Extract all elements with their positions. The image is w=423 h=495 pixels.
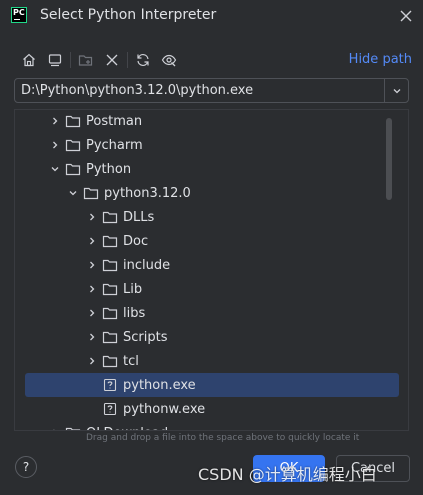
path-input[interactable] [15, 79, 385, 102]
folder-icon [83, 185, 99, 201]
folder-icon [102, 281, 118, 297]
tree-folder-item[interactable]: Python [15, 157, 408, 181]
logo-text: PC [13, 8, 25, 17]
tree-item-label: QLDownload [86, 426, 168, 431]
tree-item-label: Scripts [123, 329, 168, 345]
path-dropdown-button[interactable] [384, 79, 408, 102]
unknown-file-icon [102, 377, 118, 393]
chevron-down-icon[interactable] [47, 161, 63, 177]
show-hidden-button[interactable] [158, 49, 180, 71]
tree-folder-item[interactable]: include [15, 253, 408, 277]
folder-icon [65, 113, 81, 129]
tree-folder-item[interactable]: QLDownload [15, 421, 408, 431]
chevron-right-icon[interactable] [84, 353, 100, 369]
tree-item-label: Lib [123, 281, 143, 297]
tree-item-label: tcl [123, 353, 139, 369]
help-button[interactable]: ? [15, 456, 37, 478]
home-button[interactable] [18, 49, 40, 71]
tree-file-item[interactable]: pythonw.exe [15, 397, 408, 421]
delete-icon [106, 54, 118, 66]
folder-icon [102, 329, 118, 345]
new-folder-icon [78, 55, 93, 66]
tree-folder-item[interactable]: Lib [15, 277, 408, 301]
tree-item-label: python.exe [123, 377, 196, 393]
tree-item-label: pythonw.exe [123, 401, 206, 417]
tree-folder-item[interactable]: python3.12.0 [15, 181, 408, 205]
chevron-right-icon[interactable] [84, 329, 100, 345]
folder-icon [65, 137, 81, 153]
dialog-title: Select Python Interpreter [40, 7, 217, 23]
new-folder-button[interactable] [75, 49, 97, 71]
tree-file-item[interactable]: python.exe [25, 373, 399, 397]
chevron-right-icon[interactable] [47, 113, 63, 129]
chevron-right-icon[interactable] [47, 137, 63, 153]
folder-icon [102, 209, 118, 225]
chevron-down-icon[interactable] [65, 185, 81, 201]
toolbar-separator [70, 52, 71, 68]
tree-item-label: libs [123, 305, 146, 321]
tree-folder-item[interactable]: Scripts [15, 325, 408, 349]
tree-item-label: Python [86, 161, 132, 177]
desktop-icon [48, 54, 62, 67]
tree-folder-item[interactable]: Pycharm [15, 133, 408, 157]
drop-hint: Drag and drop a file into the space abov… [86, 433, 360, 443]
chevron-right-icon[interactable] [84, 305, 100, 321]
tree-folder-item[interactable]: tcl [15, 349, 408, 373]
close-button[interactable] [395, 5, 417, 27]
tree-scrollbar[interactable] [386, 118, 392, 200]
folder-icon [102, 353, 118, 369]
tree-folder-item[interactable]: DLLs [15, 205, 408, 229]
file-tree[interactable]: Postman Pycharm Python python3.12.0 DLLs Doc i… [14, 109, 409, 431]
tree-item-label: Pycharm [86, 137, 143, 153]
pycharm-logo-icon: PC [11, 7, 27, 23]
tree-item-label: Postman [86, 113, 143, 129]
show-hidden-icon [161, 54, 177, 67]
refresh-button[interactable] [132, 49, 154, 71]
unknown-file-icon [102, 401, 118, 417]
tree-item-label: include [123, 257, 171, 273]
tree-folder-item[interactable]: libs [15, 301, 408, 325]
tree-item-label: python3.12.0 [104, 185, 191, 201]
close-icon [400, 10, 412, 22]
hide-path-link[interactable]: Hide path [349, 52, 412, 67]
folder-icon [65, 161, 81, 177]
title-bar: PC Select Python Interpreter [0, 0, 423, 32]
folder-icon [102, 305, 118, 321]
tree-item-label: DLLs [123, 209, 155, 225]
chevron-right-icon[interactable] [84, 233, 100, 249]
toolbar-separator [127, 52, 128, 68]
chevron-right-icon[interactable] [84, 257, 100, 273]
folder-icon [65, 425, 81, 430]
folder-icon [102, 257, 118, 273]
toolbar [18, 48, 184, 72]
chevron-right-icon[interactable] [84, 209, 100, 225]
chevron-right-icon[interactable] [47, 425, 63, 430]
watermark: CSDN @计算机编程小白 [198, 465, 377, 484]
tree-folder-item[interactable]: Doc [15, 229, 408, 253]
path-combobox [14, 78, 409, 103]
delete-button[interactable] [101, 49, 123, 71]
folder-icon [102, 233, 118, 249]
desktop-button[interactable] [44, 49, 66, 71]
tree-item-label: Doc [123, 233, 149, 249]
chevron-down-icon [393, 88, 400, 93]
refresh-icon [137, 54, 149, 66]
chevron-right-icon[interactable] [84, 281, 100, 297]
tree-folder-item[interactable]: Postman [15, 110, 408, 133]
home-icon [23, 53, 35, 67]
